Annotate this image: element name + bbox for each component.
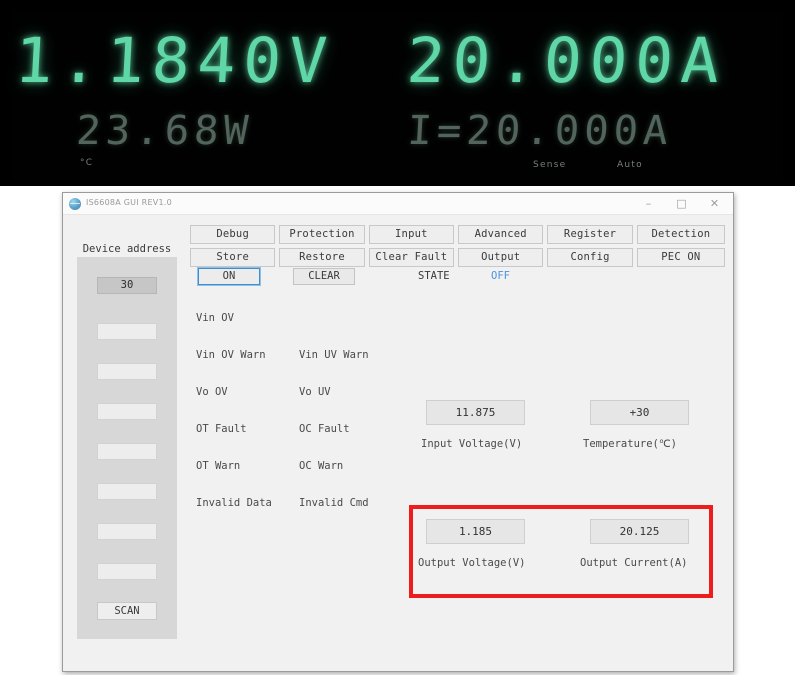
output-voltage-caption: Output Voltage(V) bbox=[418, 557, 526, 569]
status-flag-oc-warn: OC Warn bbox=[299, 460, 344, 472]
status-flag-vo-ov: Vo OV bbox=[196, 386, 228, 398]
window-client-area: Debug Protection Input Advanced Register… bbox=[63, 215, 733, 671]
device-address-field-2[interactable] bbox=[97, 363, 157, 380]
maximize-icon[interactable]: □ bbox=[665, 193, 698, 214]
status-flag-vo-uv: Vo UV bbox=[299, 386, 331, 398]
scan-button[interactable]: SCAN bbox=[97, 602, 157, 620]
globe-icon bbox=[69, 198, 81, 210]
led-primary-current: 20.000A bbox=[404, 24, 729, 97]
led-secondary-power: 23.68W bbox=[75, 108, 255, 154]
led-auto-indicator: Auto bbox=[617, 160, 643, 170]
device-address-field-1[interactable] bbox=[97, 323, 157, 340]
status-flag-vin-uv-warn: Vin UV Warn bbox=[299, 349, 369, 361]
status-flag-ot-warn: OT Warn bbox=[196, 460, 241, 472]
led-primary-row: 1.1840V 20.000A bbox=[12, 24, 783, 104]
status-flag-column-a: Vin OV Vin OV Warn Vo OV OT Fault OT War… bbox=[196, 312, 272, 534]
status-flag-invalid-data: Invalid Data bbox=[196, 497, 272, 509]
detection-button[interactable]: Detection bbox=[636, 225, 726, 244]
restore-button[interactable]: Restore bbox=[279, 248, 365, 267]
device-address-field-0[interactable]: 30 bbox=[97, 277, 157, 294]
led-degc-indicator: °C bbox=[80, 158, 94, 168]
temperature-value: +30 bbox=[590, 400, 689, 425]
status-flag-ot-fault: OT Fault bbox=[196, 423, 247, 435]
protection-button[interactable]: Protection bbox=[279, 225, 365, 244]
led-secondary-row: 23.68W I=20.000A bbox=[12, 108, 783, 164]
device-address-field-7[interactable] bbox=[97, 563, 157, 580]
application-window: IS6608A GUI REV1.0 – □ ✕ Debug Protectio… bbox=[62, 192, 734, 672]
config-button[interactable]: Config bbox=[547, 248, 633, 267]
device-address-field-4[interactable] bbox=[97, 443, 157, 460]
status-flag-spacer bbox=[299, 312, 369, 349]
toolbar-button-grid: Debug Protection Input Advanced Register… bbox=[190, 225, 726, 271]
led-secondary-current-setpoint: I=20.000A bbox=[406, 108, 674, 154]
status-flag-invalid-cmd: Invalid Cmd bbox=[299, 497, 369, 509]
device-address-label: Device address bbox=[82, 243, 172, 255]
pec-on-button[interactable]: PEC ON bbox=[636, 248, 726, 267]
led-primary-voltage: 1.1840V bbox=[12, 24, 337, 97]
status-flag-column-b: Vin UV Warn Vo UV OC Fault OC Warn Inval… bbox=[299, 312, 369, 534]
device-address-field-3[interactable] bbox=[97, 403, 157, 420]
store-button[interactable]: Store bbox=[190, 248, 276, 267]
minimize-icon[interactable]: – bbox=[632, 193, 665, 214]
clear-fault-button[interactable]: Clear Fault bbox=[368, 248, 455, 267]
output-current-value: 20.125 bbox=[590, 519, 689, 544]
close-icon[interactable]: ✕ bbox=[698, 193, 731, 214]
temperature-caption: Temperature(℃) bbox=[583, 438, 677, 450]
toolbar-row-2: Store Restore Clear Fault Output Config … bbox=[190, 248, 726, 267]
debug-button[interactable]: Debug bbox=[190, 225, 276, 244]
register-button[interactable]: Register bbox=[547, 225, 633, 244]
device-address-field-6[interactable] bbox=[97, 523, 157, 540]
state-label: STATE bbox=[418, 270, 450, 282]
window-title: IS6608A GUI REV1.0 bbox=[86, 198, 172, 207]
output-button[interactable]: Output bbox=[458, 248, 544, 267]
output-current-caption: Output Current(A) bbox=[580, 557, 688, 569]
output-voltage-value: 1.185 bbox=[426, 519, 525, 544]
status-flag-oc-fault: OC Fault bbox=[299, 423, 350, 435]
toolbar-row-1: Debug Protection Input Advanced Register… bbox=[190, 225, 726, 244]
on-button[interactable]: ON bbox=[197, 267, 261, 286]
input-button[interactable]: Input bbox=[368, 225, 455, 244]
led-sense-indicator: Sense bbox=[533, 160, 567, 170]
led-display-screen: 1.1840V 20.000A 23.68W I=20.000A °C Sens… bbox=[12, 10, 783, 180]
status-flag-vin-ov-warn: Vin OV Warn bbox=[196, 349, 266, 361]
window-titlebar[interactable]: IS6608A GUI REV1.0 – □ ✕ bbox=[63, 193, 733, 215]
advanced-button[interactable]: Advanced bbox=[458, 225, 544, 244]
input-voltage-value: 11.875 bbox=[426, 400, 525, 425]
device-address-sidebar: Device address 30 SCAN bbox=[77, 243, 177, 639]
status-flag-vin-ov: Vin OV bbox=[196, 312, 234, 324]
device-address-field-5[interactable] bbox=[97, 483, 157, 500]
input-voltage-caption: Input Voltage(V) bbox=[421, 438, 523, 450]
state-badge: OFF bbox=[491, 270, 510, 282]
screenshot-root: 1.1840V 20.000A 23.68W I=20.000A °C Sens… bbox=[0, 0, 795, 675]
instrument-led-display: 1.1840V 20.000A 23.68W I=20.000A °C Sens… bbox=[0, 0, 795, 186]
clear-button[interactable]: CLEAR bbox=[293, 268, 355, 285]
